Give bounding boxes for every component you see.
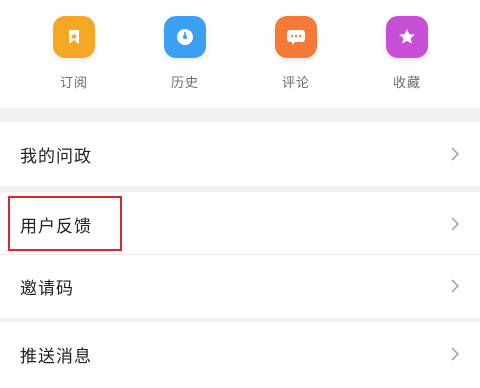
star-icon (386, 16, 428, 58)
menu-group-push: 推送消息 (0, 322, 480, 388)
shortcut-label: 收藏 (392, 76, 421, 91)
menu-item-label: 推送消息 (20, 346, 92, 367)
bookmark-icon (53, 16, 95, 58)
shortcut-favorites[interactable]: 收藏 (367, 16, 447, 96)
chevron-right-icon (451, 279, 459, 293)
chevron-right-icon (451, 347, 459, 361)
shortcut-history[interactable]: 历史 (145, 16, 225, 96)
chevron-right-icon (451, 147, 459, 161)
chat-icon (275, 16, 317, 58)
clock-icon (164, 16, 206, 58)
highlight-annotation-box (8, 196, 122, 251)
menu-item-invite-code[interactable]: 邀请码 (0, 254, 480, 318)
menu-item-label: 邀请码 (20, 278, 74, 299)
shortcut-label: 评论 (281, 76, 310, 91)
chevron-right-icon (451, 217, 459, 231)
shortcut-label: 订阅 (59, 76, 88, 91)
shortcut-comments[interactable]: 评论 (256, 16, 336, 96)
shortcut-bar: 订阅 历史 评论 收藏 (0, 0, 480, 108)
shortcut-label: 历史 (170, 76, 199, 91)
menu-item-label: 我的问政 (20, 146, 92, 167)
menu-item-push-messages[interactable]: 推送消息 (0, 322, 480, 386)
shortcut-subscribe[interactable]: 订阅 (34, 16, 114, 96)
menu-group-questions: 我的问政 (0, 122, 480, 186)
menu-item-my-questions[interactable]: 我的问政 (0, 122, 480, 186)
